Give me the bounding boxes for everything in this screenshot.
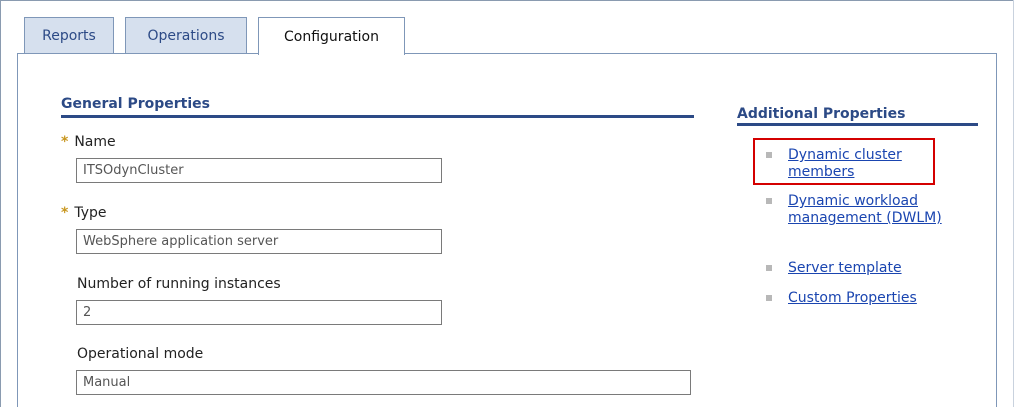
name-label: * Name bbox=[61, 134, 116, 150]
running-instances-label: Number of running instances bbox=[77, 276, 281, 292]
tab-configuration-label: Configuration bbox=[284, 28, 379, 45]
bullet-icon bbox=[766, 265, 772, 271]
name-field[interactable]: ITSOdynCluster bbox=[76, 158, 442, 183]
panel-right-border bbox=[996, 53, 997, 407]
operational-mode-field[interactable]: Manual bbox=[76, 370, 691, 395]
window-left-border bbox=[0, 0, 1, 407]
required-marker: * bbox=[61, 134, 69, 150]
tab-reports-label: Reports bbox=[42, 27, 96, 44]
bullet-icon bbox=[766, 295, 772, 301]
tab-operations-label: Operations bbox=[147, 27, 225, 44]
operational-mode-label: Operational mode bbox=[77, 346, 204, 362]
custom-properties-link[interactable]: Custom Properties bbox=[788, 290, 988, 307]
type-field[interactable]: WebSphere application server bbox=[76, 229, 442, 254]
running-instances-field[interactable]: 2 bbox=[76, 300, 442, 325]
panel-left-border bbox=[17, 53, 18, 407]
tab-strip-divider bbox=[17, 53, 997, 54]
dynamic-cluster-members-link[interactable]: Dynamic cluster members bbox=[788, 147, 938, 181]
server-template-link[interactable]: Server template bbox=[788, 260, 988, 277]
name-label-text: Name bbox=[74, 134, 116, 150]
bullet-icon bbox=[766, 152, 772, 158]
tab-operations[interactable]: Operations bbox=[125, 17, 247, 54]
general-properties-rule bbox=[61, 115, 694, 118]
tab-configuration[interactable]: Configuration bbox=[258, 17, 405, 55]
bullet-icon bbox=[766, 198, 772, 204]
type-label: * Type bbox=[61, 205, 106, 221]
dwlm-link[interactable]: Dynamic workload management (DWLM) bbox=[788, 193, 958, 227]
required-marker: * bbox=[61, 205, 69, 221]
general-properties-title: General Properties bbox=[61, 96, 210, 112]
type-label-text: Type bbox=[74, 205, 107, 221]
additional-properties-rule bbox=[737, 123, 978, 126]
tab-reports[interactable]: Reports bbox=[24, 17, 114, 54]
additional-properties-title: Additional Properties bbox=[737, 106, 906, 122]
window-top-border bbox=[0, 0, 1014, 1]
